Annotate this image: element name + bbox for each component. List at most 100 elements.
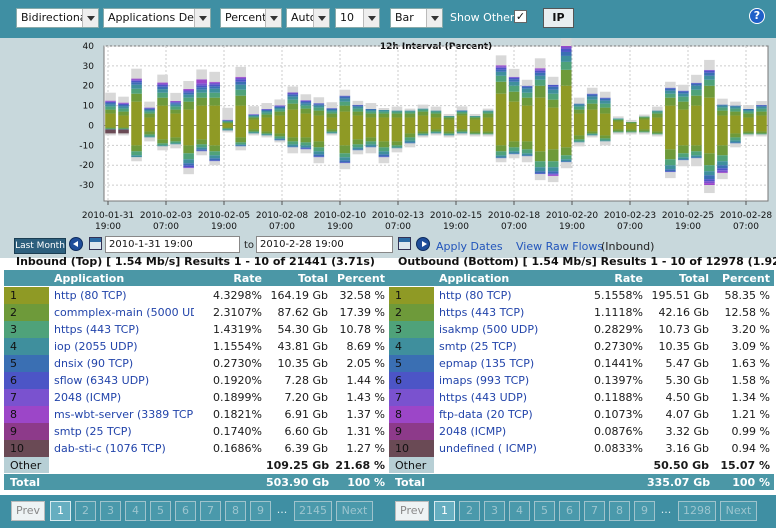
outbound-next-button[interactable]: Next	[720, 501, 757, 521]
column-header-rate[interactable]: Rate	[194, 270, 266, 287]
application-link[interactable]: https (443 TCP)	[54, 323, 139, 336]
help-icon[interactable]: ?	[749, 8, 765, 24]
application-link[interactable]: dnsix (90 TCP)	[54, 357, 133, 370]
application-link[interactable]: smtp (25 TCP)	[439, 340, 517, 353]
inbound-page-6-button[interactable]: 6	[175, 501, 196, 521]
chart-title: 12h Interval (Percent)	[380, 42, 492, 52]
outbound-prev-button[interactable]: Prev	[395, 501, 429, 521]
outbound-page-9-button[interactable]: 9	[634, 501, 655, 521]
apply-dates-link[interactable]: Apply Dates	[436, 240, 503, 253]
application-link[interactable]: https (443 UDP)	[439, 391, 527, 404]
application-link[interactable]: commplex-main (5000 UDP)	[54, 306, 194, 319]
table-row: 3 isakmp (500 UDP) 0.2829% 10.73 Gb 3.20 %	[389, 321, 774, 338]
outbound-page-2-button[interactable]: 2	[459, 501, 480, 521]
inbound-bar-segment	[456, 106, 468, 111]
inbound-page-2-button[interactable]: 2	[75, 501, 96, 521]
inbound-bar-segment	[508, 77, 520, 80]
last-month-button[interactable]: Last Month	[14, 238, 66, 254]
ip-button[interactable]: IP	[543, 8, 574, 28]
y-tick-label: -10	[79, 141, 94, 151]
table-row: 1 http (80 TCP) 4.3298% 164.19 Gb 32.58 %	[4, 287, 389, 304]
inbound-other-row: Other 109.25 Gb 21.68 %	[4, 457, 389, 474]
inbound-page-5-button[interactable]: 5	[150, 501, 171, 521]
outbound-last-page-button[interactable]: 1298	[678, 501, 716, 521]
outbound-bar-segment	[717, 125, 728, 146]
scale-select[interactable]: Auto	[286, 8, 330, 28]
outbound-bar-segment	[209, 125, 220, 146]
application-link[interactable]: ms-wbt-server (3389 TCP)	[54, 408, 194, 421]
outbound-page-3-button[interactable]: 3	[484, 501, 505, 521]
outbound-bar-segment	[391, 147, 403, 149]
view-raw-flows-link[interactable]: View Raw Flows	[516, 240, 603, 253]
rank-cell: 6	[4, 372, 45, 389]
application-link[interactable]: http (80 TCP)	[54, 289, 127, 302]
metric-select[interactable]: Percent	[220, 8, 282, 28]
inbound-page-9-button[interactable]: 9	[250, 501, 271, 521]
previous-period-icon[interactable]	[69, 237, 83, 251]
outbound-page-6-button[interactable]: 6	[559, 501, 580, 521]
application-link[interactable]: epmap (135 TCP)	[439, 357, 534, 370]
application-link[interactable]: 2048 (ICMP)	[439, 425, 506, 438]
application-link[interactable]: isakmp (500 UDP)	[439, 323, 538, 336]
view-select[interactable]: Applications Defi	[103, 8, 211, 28]
application-link[interactable]: http (80 TCP)	[439, 289, 512, 302]
outbound-bar-segment	[404, 142, 416, 144]
table-row: 2 https (443 TCP) 1.1118% 42.16 Gb 12.58 %	[389, 304, 774, 321]
outbound-bar-segment	[691, 151, 702, 156]
direction-select[interactable]: Bidirectional	[16, 8, 99, 28]
column-header-percent[interactable]: Percent	[713, 270, 774, 287]
x-tick-time: 19:00	[443, 222, 469, 232]
top-n-select[interactable]: 10	[335, 8, 380, 28]
inbound-bar-segment	[261, 114, 273, 118]
inbound-page-1-button[interactable]: 1	[50, 501, 71, 521]
inbound-bar-segment	[547, 93, 559, 100]
inbound-page-3-button[interactable]: 3	[100, 501, 121, 521]
column-header-total[interactable]: Total	[647, 270, 713, 287]
inbound-page-8-button[interactable]: 8	[225, 501, 246, 521]
outbound-table: Application Rate Total Percent 1 http (80…	[389, 270, 774, 491]
outbound-bar-segment	[118, 125, 129, 128]
inbound-bar-segment	[209, 105, 220, 126]
application-link[interactable]: ftp-data (20 TCP)	[439, 408, 533, 421]
end-calendar-icon[interactable]	[398, 237, 411, 250]
next-period-icon[interactable]	[416, 237, 430, 251]
start-date-input[interactable]: 2010-1-31 19:00	[105, 236, 240, 253]
application-cell: ftp-data (20 TCP)	[434, 406, 579, 423]
end-date-input[interactable]: 2010-2-28 19:00	[256, 236, 393, 253]
inbound-next-button[interactable]: Next	[336, 501, 373, 521]
application-link[interactable]: smtp (25 TCP)	[54, 425, 132, 438]
start-calendar-icon[interactable]	[89, 237, 102, 250]
outbound-bar-segment	[235, 144, 247, 146]
inbound-page-4-button[interactable]: 4	[125, 501, 146, 521]
application-link[interactable]: sflow (6343 UDP)	[54, 374, 149, 387]
application-link[interactable]: imaps (993 TCP)	[439, 374, 529, 387]
inbound-bar-segment	[430, 113, 442, 118]
outbound-page-7-button[interactable]: 7	[584, 501, 605, 521]
column-header-total[interactable]: Total	[266, 270, 332, 287]
application-link[interactable]: undefined ( ICMP)	[439, 442, 537, 455]
outbound-page-5-button[interactable]: 5	[534, 501, 555, 521]
inbound-prev-button[interactable]: Prev	[11, 501, 45, 521]
outbound-page-1-button[interactable]: 1	[434, 501, 455, 521]
application-link[interactable]: https (443 TCP)	[439, 306, 524, 319]
application-link[interactable]: dab-sti-c (1076 TCP)	[54, 442, 166, 455]
chart-type-select-value: Bar	[395, 11, 414, 24]
inbound-last-page-button[interactable]: 2145	[294, 501, 332, 521]
chart-type-select[interactable]: Bar	[390, 8, 443, 28]
column-header-application[interactable]: Application	[49, 270, 194, 287]
column-header-percent[interactable]: Percent	[332, 270, 389, 287]
application-link[interactable]: 2048 (ICMP)	[54, 391, 121, 404]
outbound-bar-segment	[313, 151, 325, 155]
inbound-bar-segment	[691, 83, 702, 86]
show-other-checkbox[interactable]: ✓	[514, 10, 527, 23]
rank-cell: 3	[4, 321, 45, 338]
inbound-page-7-button[interactable]: 7	[200, 501, 221, 521]
column-header-rate[interactable]: Rate	[579, 270, 647, 287]
column-header-application[interactable]: Application	[434, 270, 579, 287]
inbound-bar-segment	[287, 103, 299, 110]
outbound-bar-segment	[495, 151, 507, 156]
application-link[interactable]: iop (2055 UDP)	[54, 340, 138, 353]
outbound-page-8-button[interactable]: 8	[609, 501, 630, 521]
outbound-bar-segment	[586, 134, 598, 136]
outbound-page-4-button[interactable]: 4	[509, 501, 530, 521]
